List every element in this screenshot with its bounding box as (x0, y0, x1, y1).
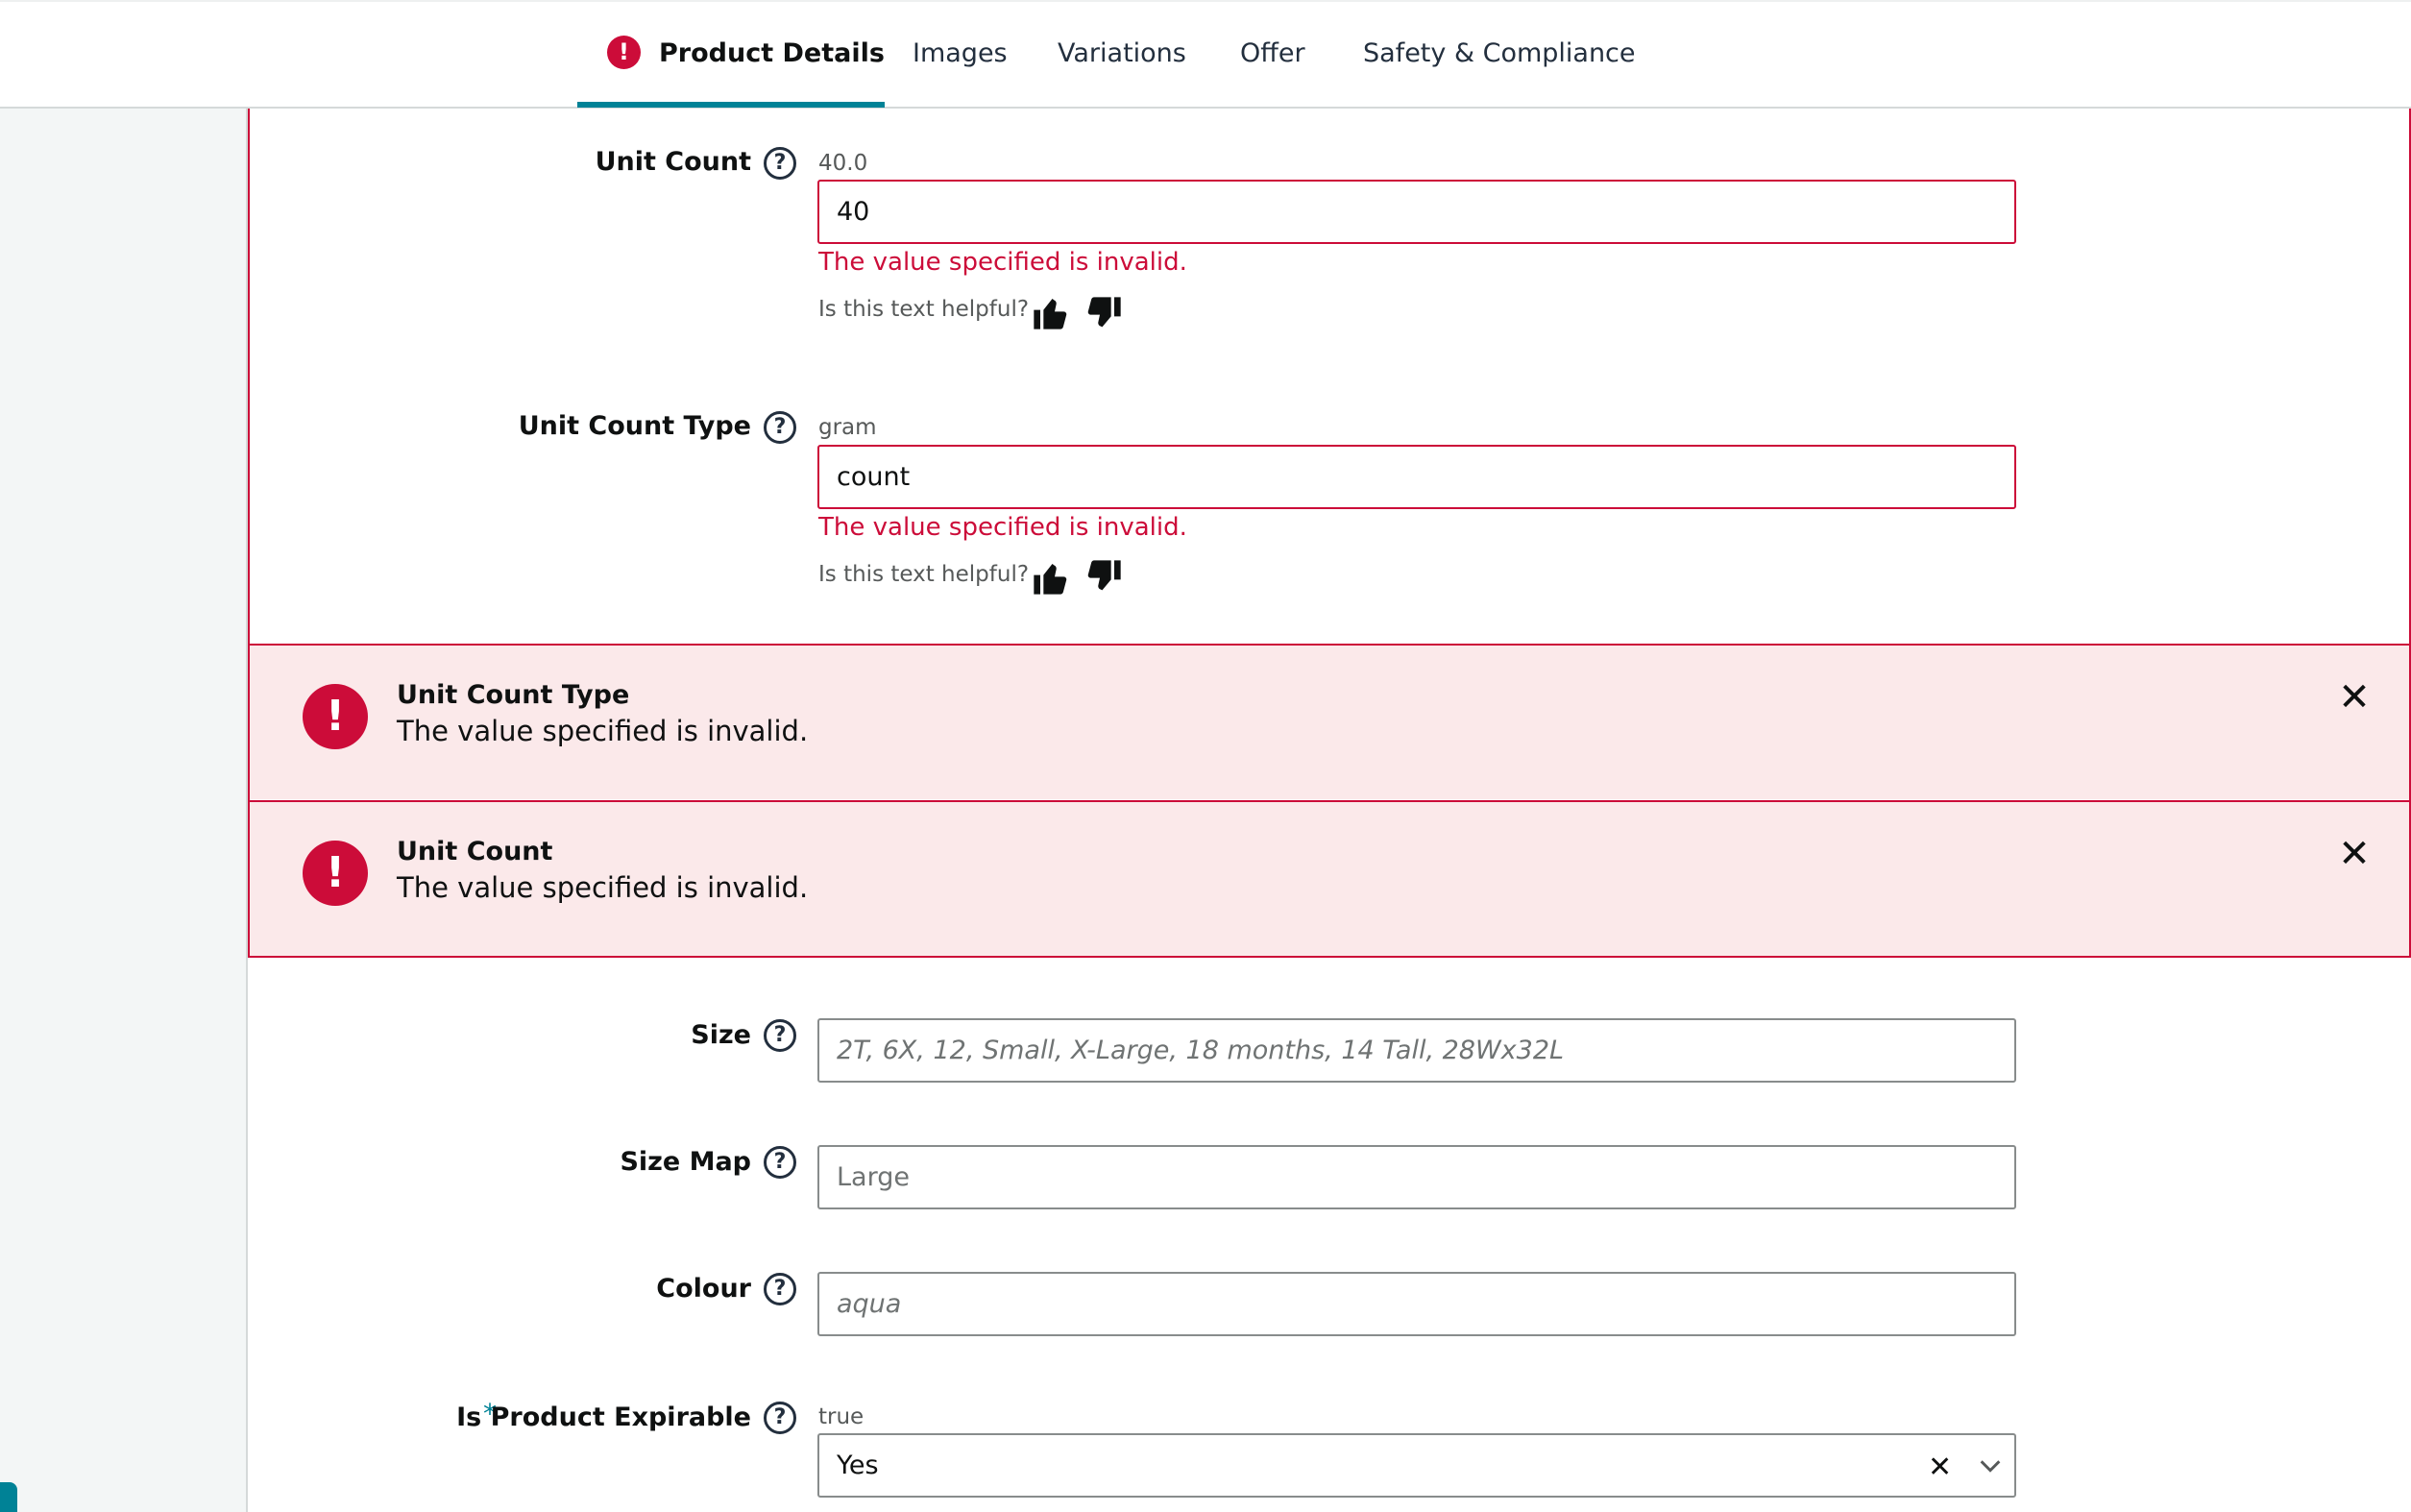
banner-message: The value specified is invalid. (397, 715, 809, 747)
error-icon: ! (303, 841, 368, 906)
clear-icon[interactable]: ✕ (1928, 1451, 1952, 1484)
tab-product-details[interactable]: Product Details (659, 35, 885, 73)
tab-safety-compliance[interactable]: Safety & Compliance (1363, 35, 1636, 73)
is-product-expirable-select[interactable]: Yes (817, 1433, 2016, 1498)
unit-count-error: The value specified is invalid. (818, 248, 1187, 277)
is-product-expirable-label: Is Product Expirable (456, 1402, 751, 1432)
chevron-down-icon[interactable] (1977, 1452, 2004, 1479)
size-label: Size (691, 1020, 751, 1050)
error-icon: ! (303, 684, 368, 749)
unit-count-original-value: 40.0 (818, 151, 868, 176)
size-help-icon[interactable]: ? (764, 1019, 796, 1052)
thumbs-down-icon[interactable] (1085, 294, 1124, 332)
banner-message: The value specified is invalid. (397, 871, 809, 904)
unit-count-type-help-icon[interactable]: ? (764, 411, 796, 444)
is-product-expirable-help-icon[interactable]: ? (764, 1402, 796, 1434)
size-map-label: Size Map (620, 1147, 751, 1177)
unit-count-label: Unit Count (595, 147, 751, 177)
close-icon[interactable]: ✕ (2335, 835, 2374, 873)
banner-title: Unit Count Type (397, 680, 630, 710)
unit-count-helpful-prompt: Is this text helpful? (818, 297, 1030, 322)
tab-bar: ! Product Details Images Variations Offe… (0, 0, 2411, 109)
error-banner-unit-count: ! Unit Count The value specified is inva… (250, 800, 2409, 956)
unit-count-type-error: The value specified is invalid. (818, 513, 1187, 542)
sidebar-toggle-handle[interactable] (0, 1482, 17, 1512)
unit-count-help-icon[interactable]: ? (764, 147, 796, 180)
size-input[interactable]: 2T, 6X, 12, Small, X-Large, 18 months, 1… (817, 1018, 2016, 1083)
unit-count-type-input[interactable]: count (817, 445, 2016, 509)
close-icon[interactable]: ✕ (2335, 678, 2374, 717)
unit-count-type-label: Unit Count Type (518, 411, 751, 441)
colour-input[interactable]: aqua (817, 1272, 2016, 1336)
left-sidebar (0, 109, 248, 1512)
tab-variations[interactable]: Variations (1058, 35, 1186, 73)
colour-label: Colour (656, 1274, 751, 1304)
tab-offer[interactable]: Offer (1240, 35, 1305, 73)
size-map-help-icon[interactable]: ? (764, 1146, 796, 1179)
top-divider (0, 0, 2411, 2)
thumbs-up-icon[interactable] (1031, 294, 1069, 332)
unit-count-type-helpful-prompt: Is this text helpful? (818, 562, 1030, 587)
unit-count-input[interactable]: 40 (817, 180, 2016, 244)
active-tab-indicator (577, 102, 885, 108)
thumbs-up-icon[interactable] (1031, 559, 1069, 597)
is-product-expirable-original-value: true (818, 1404, 865, 1429)
tab-error-icon: ! (607, 36, 641, 69)
tab-images[interactable]: Images (913, 35, 1008, 73)
banner-title: Unit Count (397, 837, 553, 866)
thumbs-down-icon[interactable] (1085, 557, 1124, 596)
size-map-input[interactable]: Large (817, 1145, 2016, 1209)
error-banner-unit-count-type: ! Unit Count Type The value specified is… (250, 644, 2409, 799)
colour-help-icon[interactable]: ? (764, 1273, 796, 1305)
unit-count-type-original-value: gram (818, 415, 877, 440)
